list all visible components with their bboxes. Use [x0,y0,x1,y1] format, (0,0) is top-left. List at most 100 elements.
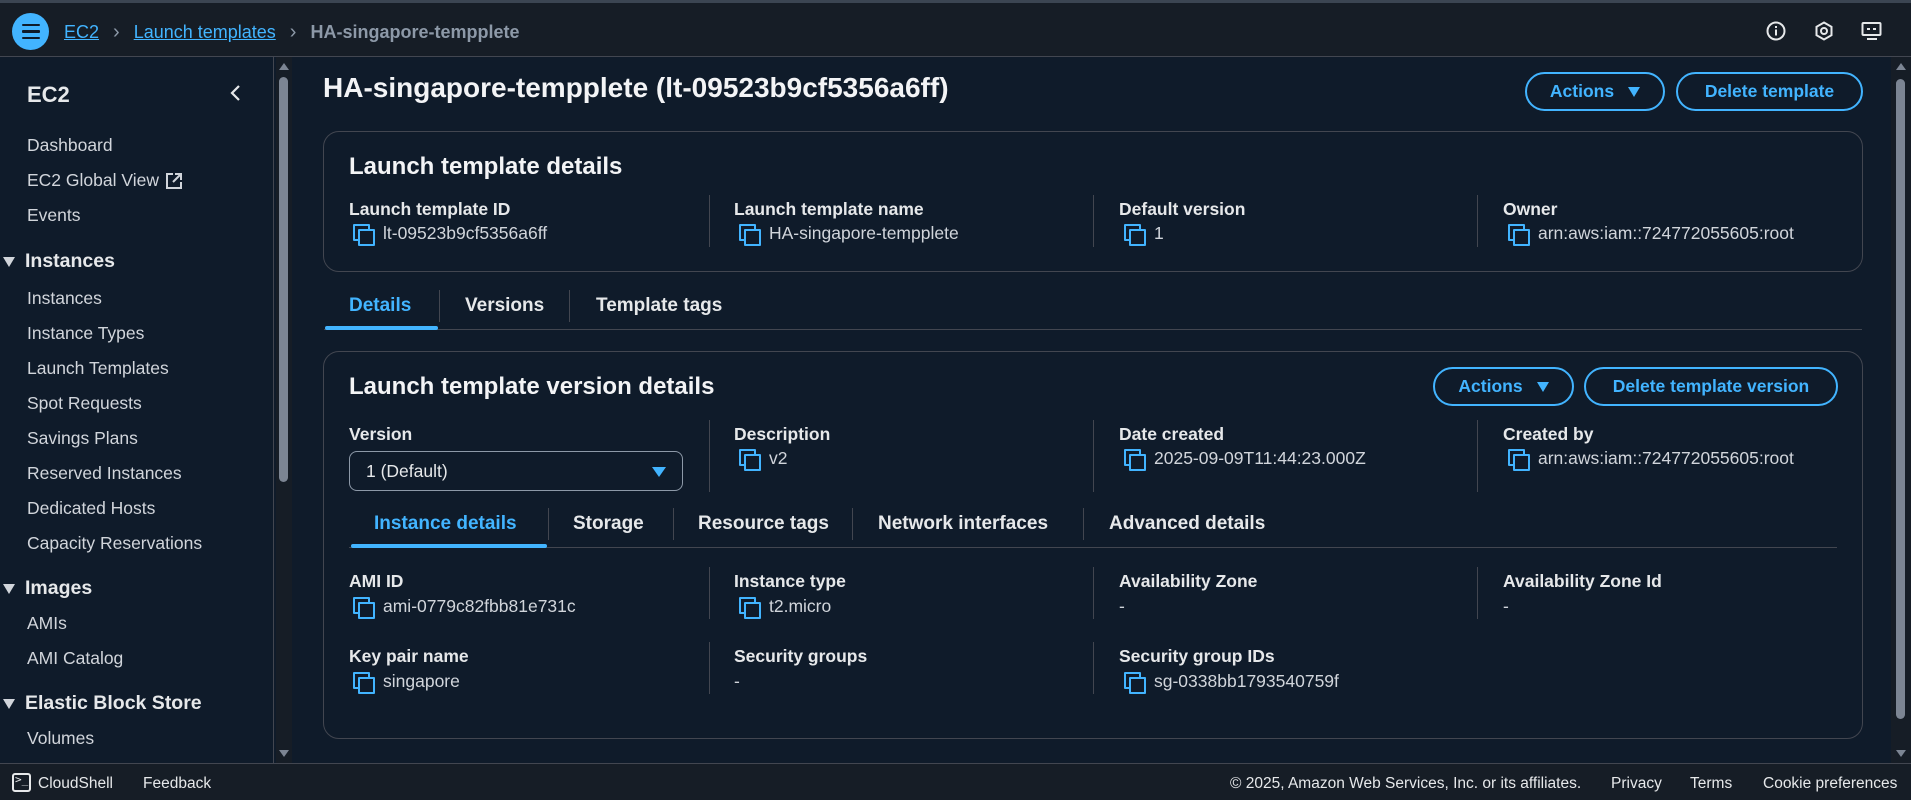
button-label: Actions [1549,81,1615,101]
tab-versions[interactable]: Versions [465,282,544,330]
field-value: HA-singapore-tempplete [769,223,959,243]
external-link-icon [165,172,183,190]
copyright-text: © 2025, Amazon Web Services, Inc. or its… [1230,775,1582,792]
sidebar-section-elastic-block-store[interactable]: Elastic Block Store [3,692,202,715]
info-icon[interactable] [1765,20,1787,42]
subtab-resource-tags[interactable]: Resource tags [698,500,829,548]
default-version-label: Default version [1119,199,1246,219]
main-scrollbar[interactable] [1891,57,1911,763]
copy-icon[interactable] [1124,448,1146,471]
sidebar-item-dashboard[interactable]: Dashboard [27,135,113,156]
caret-down-icon [652,467,666,477]
copy-icon[interactable] [353,223,375,246]
sidebar-item-spot-requests[interactable]: Spot Requests [27,393,142,414]
sidebar-section-instances[interactable]: Instances [3,250,115,273]
subtab-network-interfaces[interactable]: Network interfaces [878,500,1048,548]
copy-icon[interactable] [739,596,761,619]
sidebar-section-images[interactable]: Images [3,577,92,600]
sidebar-item-dedicated-hosts[interactable]: Dedicated Hosts [27,498,155,519]
date-created-value: 2025-09-09T11:44:23.000Z [1124,448,1366,471]
version-actions-dropdown-button[interactable]: Actions [1433,367,1574,406]
sidebar-item-events[interactable]: Events [27,205,81,226]
copy-icon[interactable] [1124,671,1146,694]
terms-link[interactable]: Terms [1690,775,1732,793]
breadcrumb: EC2 › Launch templates › HA-singapore-te… [64,21,519,44]
field-value: singapore [383,671,460,691]
scroll-up-arrow-icon[interactable] [1896,63,1906,70]
date-created-label: Date created [1119,424,1225,444]
tab-divider [569,290,570,322]
description-label: Description [734,424,831,444]
copy-icon[interactable] [1508,223,1530,246]
caret-down-icon [3,256,15,267]
settings-hexagon-icon[interactable] [1813,20,1835,42]
instance-type-label: Instance type [734,571,846,591]
sidebar-item-instance-types[interactable]: Instance Types [27,323,144,344]
sidebar-item-volumes[interactable]: Volumes [27,728,94,749]
sidebar-item-launch-templates[interactable]: Launch Templates [27,358,169,379]
security-group-ids-value: sg-0338bb1793540759f [1124,671,1339,694]
subtab-instance-details[interactable]: Instance details [374,500,517,548]
sidebar-item-capacity-reservations[interactable]: Capacity Reservations [27,533,202,554]
copy-icon[interactable] [739,223,761,246]
delete-template-button[interactable]: Delete template [1676,72,1863,111]
feedback-link[interactable]: Feedback [143,775,211,793]
divider [1477,195,1478,247]
sidebar-item-ami-catalog[interactable]: AMI Catalog [27,648,123,669]
copy-icon[interactable] [1508,448,1530,471]
field-value: ami-0779c82fbb81e731c [383,596,576,616]
scroll-down-arrow-icon[interactable] [1896,750,1906,757]
default-version-value: 1 [1124,223,1164,246]
tab-divider [548,508,549,540]
feedback-screen-icon[interactable] [1861,20,1883,42]
availability-zone-value: - [1119,596,1125,616]
copy-icon[interactable] [353,671,375,694]
actions-dropdown-button[interactable]: Actions [1525,72,1665,111]
copy-icon[interactable] [353,596,375,619]
field-value: t2.micro [769,596,832,616]
subtab-advanced-details[interactable]: Advanced details [1109,500,1265,548]
breadcrumb-ec2-link[interactable]: EC2 [64,22,99,43]
chevron-right-icon: › [289,21,297,43]
scroll-down-arrow-icon[interactable] [279,750,289,757]
divider [709,567,710,619]
version-label: Version [349,424,413,444]
sidebar-item-instances[interactable]: Instances [27,288,102,309]
divider [709,642,710,694]
tab-template-tags[interactable]: Template tags [596,282,722,330]
page-title: HA-singapore-tempplete (lt-09523b9cf5356… [323,72,949,103]
collapse-sidebar-icon[interactable] [226,81,246,105]
key-pair-name-value: singapore [353,671,460,694]
copy-icon[interactable] [739,448,761,471]
cloudshell-link[interactable]: CloudShell [38,775,113,793]
field-value: arn:aws:iam::724772055605:root [1538,223,1794,243]
scrollbar-thumb[interactable] [279,77,288,482]
sidebar-item-ec2-global-view[interactable]: EC2 Global View [27,170,183,191]
privacy-link[interactable]: Privacy [1611,775,1662,793]
field-value: arn:aws:iam::724772055605:root [1538,448,1794,468]
top-navigation-bar: EC2 › Launch templates › HA-singapore-te… [0,0,1911,57]
sidebar-item-amis[interactable]: AMIs [27,613,67,634]
divider [1093,642,1094,694]
tab-divider [1083,508,1084,540]
owner-label: Owner [1503,199,1558,219]
chevron-right-icon: › [113,21,120,43]
delete-template-version-button[interactable]: Delete template version [1584,367,1838,406]
field-value: 1 [1154,223,1164,243]
button-label: Actions [1458,376,1523,396]
sidebar-item-reserved-instances[interactable]: Reserved Instances [27,463,182,484]
scrollbar-thumb[interactable] [1896,79,1905,719]
tab-details[interactable]: Details [349,282,411,330]
launch-template-name-value: HA-singapore-tempplete [739,223,959,246]
breadcrumb-launch-templates-link[interactable]: Launch templates [134,22,276,43]
cookie-preferences-link[interactable]: Cookie preferences [1763,775,1897,793]
copy-icon[interactable] [1124,223,1146,246]
subtab-storage[interactable]: Storage [573,500,644,548]
menu-icon[interactable] [12,13,49,50]
divider [1093,195,1094,247]
sidebar-scrollbar[interactable] [276,57,292,763]
sidebar-item-savings-plans[interactable]: Savings Plans [27,428,138,449]
version-select[interactable]: 1 (Default) [349,451,683,491]
scroll-up-arrow-icon[interactable] [279,63,289,70]
cloudshell-icon[interactable] [12,773,31,792]
